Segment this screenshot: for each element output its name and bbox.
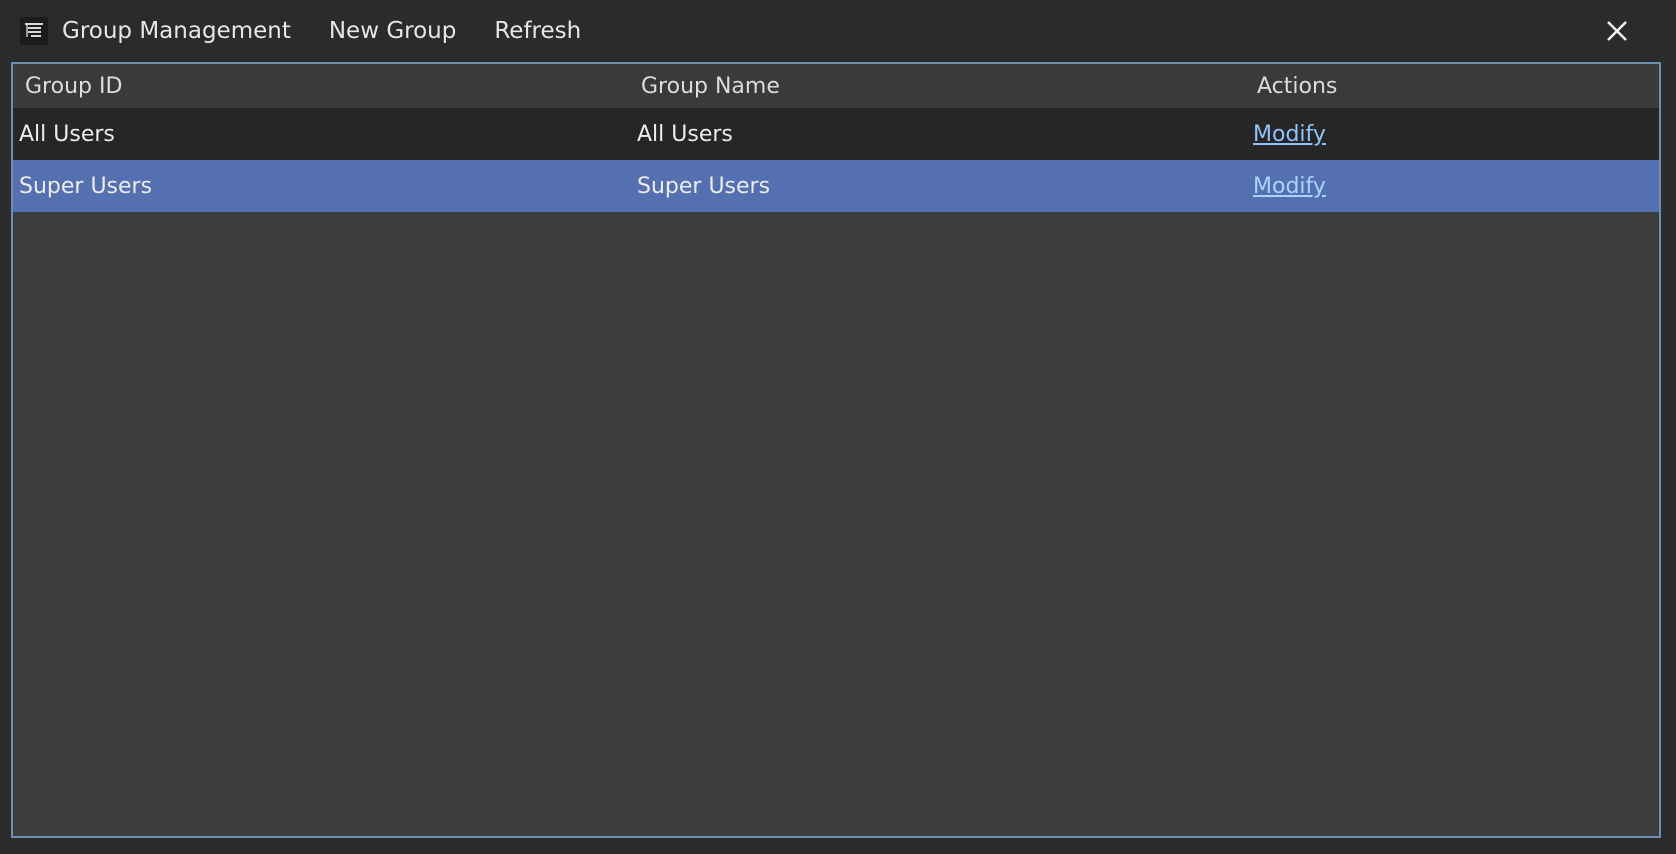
modify-link[interactable]: Modify xyxy=(1253,122,1326,147)
cell-actions: Modify xyxy=(1245,122,1659,147)
table-header: Group ID Group Name Actions xyxy=(13,64,1659,108)
groups-table: Group ID Group Name Actions All Users Al… xyxy=(11,62,1661,838)
close-icon xyxy=(1607,21,1627,41)
close-button[interactable] xyxy=(1600,14,1634,48)
modify-link[interactable]: Modify xyxy=(1253,174,1326,199)
column-header-actions[interactable]: Actions xyxy=(1245,74,1659,99)
column-header-group-id[interactable]: Group ID xyxy=(13,74,629,99)
column-header-group-name[interactable]: Group Name xyxy=(629,74,1245,99)
table-row[interactable]: All Users All Users Modify xyxy=(13,108,1659,160)
table-row[interactable]: Super Users Super Users Modify xyxy=(13,160,1659,212)
cell-actions: Modify xyxy=(1245,174,1659,199)
group-management-icon xyxy=(20,17,48,45)
new-group-button[interactable]: New Group xyxy=(315,14,471,48)
cell-group-id: Super Users xyxy=(19,173,153,199)
refresh-button[interactable]: Refresh xyxy=(480,14,595,48)
cell-group-name: Super Users xyxy=(637,173,771,199)
group-management-window: Group Management New Group Refresh Group… xyxy=(0,0,1676,854)
window-title: Group Management xyxy=(62,18,291,44)
cell-group-id: All Users xyxy=(19,121,115,147)
cell-group-name: All Users xyxy=(637,121,733,147)
title-bar: Group Management New Group Refresh xyxy=(0,0,1676,62)
